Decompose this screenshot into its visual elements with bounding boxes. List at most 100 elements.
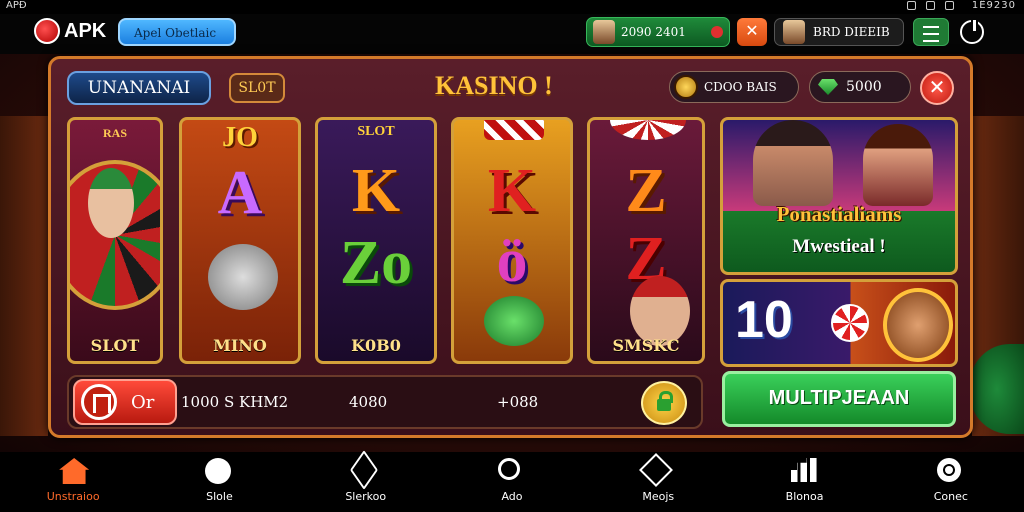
reel-1[interactable]: RAS SLOT [67,117,163,364]
nav-label-blonoa: Blonoa [785,490,824,503]
clover-icon [484,296,544,346]
status-icons [907,1,954,10]
menu-line [923,33,939,35]
multiplayer-button[interactable]: MULTIPJEAAN [722,371,956,427]
gem-pill[interactable]: 5000 [809,71,911,103]
reel-4-letter-2: ö [496,227,528,295]
gear-icon [936,458,961,482]
nav-label-home: Unstraioo [46,490,100,503]
menu-line [923,26,939,28]
battery-icon [945,1,954,10]
poker-chip-icon [831,304,869,342]
reel-2[interactable]: JO A MINO [179,117,301,364]
nav-label-slerkoo: Slerkoo [345,490,387,503]
win-text: 4080 [349,393,388,411]
promo-subtitle: Mwestieal ! [792,236,886,257]
reel-3-letter-2: Zo [339,229,413,297]
status-time: 1Ê9230 [971,0,1016,11]
nav-item-home[interactable]: Unstraioo [0,452,146,512]
nav-label-conec: Conec [933,490,968,503]
reel-4[interactable]: K ö [451,117,573,364]
brand-logo-icon [34,18,60,44]
promo-man-icon [753,120,833,206]
nav-item-blonoa[interactable]: Blonoa [731,452,877,512]
reel-5-label: SMSKC [612,336,680,355]
close-icon[interactable]: ✕ [737,18,767,46]
masked-figure-icon [208,244,278,310]
user-avatar [783,20,805,44]
reel-2-letter: A [217,159,263,227]
power-icon[interactable] [960,18,984,44]
menu-button[interactable] [913,18,949,46]
arrow-icon [349,450,378,490]
nav-label-slole: Slole [206,490,233,503]
nav-item-conec[interactable]: Conec [878,452,1024,512]
jester-icon [88,168,134,238]
nav-label-meojs: Meojs [642,490,675,503]
reel-4-letter-1: K [487,157,537,225]
reel-1-top: RAS [102,126,127,140]
bonus-number: 10 [735,291,793,349]
status-left-text: APÐ [6,0,27,11]
status-bar: APÐ 1Ê9230 [0,0,1024,14]
reel-2-label: MINO [213,336,267,355]
user-pill[interactable]: BRD DIEEIB [774,18,904,46]
spin-button[interactable]: Or [73,379,177,425]
bet-text: 1000 S KHM2 [181,393,289,411]
promo-woman-icon [863,124,933,206]
lock-button[interactable] [641,381,687,425]
coin-pill[interactable]: CDOO BAIS [669,71,799,103]
reel-3-top: SLOT [357,124,395,139]
panel-header: UNANANAI SL0T KASINO ! CDOO BAIS 5000 ✕ [51,59,970,115]
spin-icon [81,384,117,420]
bottom-nav: Unstraioo Slole Slerkoo Ado Meojs Blonoa… [0,450,1024,512]
coin-pill-text: CDOO BAIS [704,80,777,94]
user-text: BRD DIEEIB [813,25,890,39]
brand[interactable]: APK [34,18,106,44]
reel-3-letter-1: K [351,157,401,225]
balance-text: 2090 2401 [621,25,686,39]
roulette-icon [610,120,686,140]
gem-icon [818,79,838,95]
wifi-icon [907,1,916,10]
chart-icon [790,458,817,482]
slot-chip[interactable]: SL0T [229,73,285,103]
notification-dot-icon [711,26,723,38]
signal-icon [926,1,935,10]
reel-5[interactable]: Z Z SMSKC [587,117,705,364]
reel-1-label: SLOT [90,336,140,355]
reel-5-letter-1: Z [625,157,667,225]
nav-item-meojs[interactable]: Meojs [585,452,731,512]
panel-badge[interactable]: UNANANAI [67,71,211,105]
top-bar: APK Apel Obetlaic 2090 2401 ✕ BRD DIEEIB [0,14,1024,54]
spin-label: Or [131,391,155,413]
panel-close-button[interactable]: ✕ [920,71,954,105]
credit-text: +088 [497,393,539,411]
coin-icon [674,75,698,99]
promo-banner[interactable]: Ponastialiams Mwestieal ! [720,117,958,275]
cube-icon [639,453,674,487]
balance-pill[interactable]: 2090 2401 [586,17,730,47]
bonus-tile[interactable]: 10 [720,279,958,367]
circle-icon [205,458,232,484]
search-icon [497,458,520,480]
menu-line [923,40,939,42]
avatar [593,20,615,44]
spin-controls: Or 1000 S KHM2 4080 +088 [67,375,703,429]
gem-pill-text: 5000 [846,79,882,95]
bonus-portrait-icon [883,288,953,362]
ribbon-icon [484,120,544,140]
promo-title: Ponastialiams [776,202,902,226]
nav-item-slole[interactable]: Slole [146,452,292,512]
search-pill[interactable]: Apel Obetlaic [118,18,236,46]
brand-text: APK [64,19,107,42]
reel-3[interactable]: SLOT K Zo K0B0 [315,117,437,364]
home-icon [59,458,90,484]
panel-title: KASINO ! [435,71,553,100]
nav-item-ado[interactable]: Ado [439,452,585,512]
reel-2-top: JO [222,122,258,153]
left-slot-machines [0,116,48,436]
game-panel: UNANANAI SL0T KASINO ! CDOO BAIS 5000 ✕ … [48,56,973,438]
reel-3-label: K0B0 [351,336,401,355]
nav-item-slerkoo[interactable]: Slerkoo [293,450,439,512]
